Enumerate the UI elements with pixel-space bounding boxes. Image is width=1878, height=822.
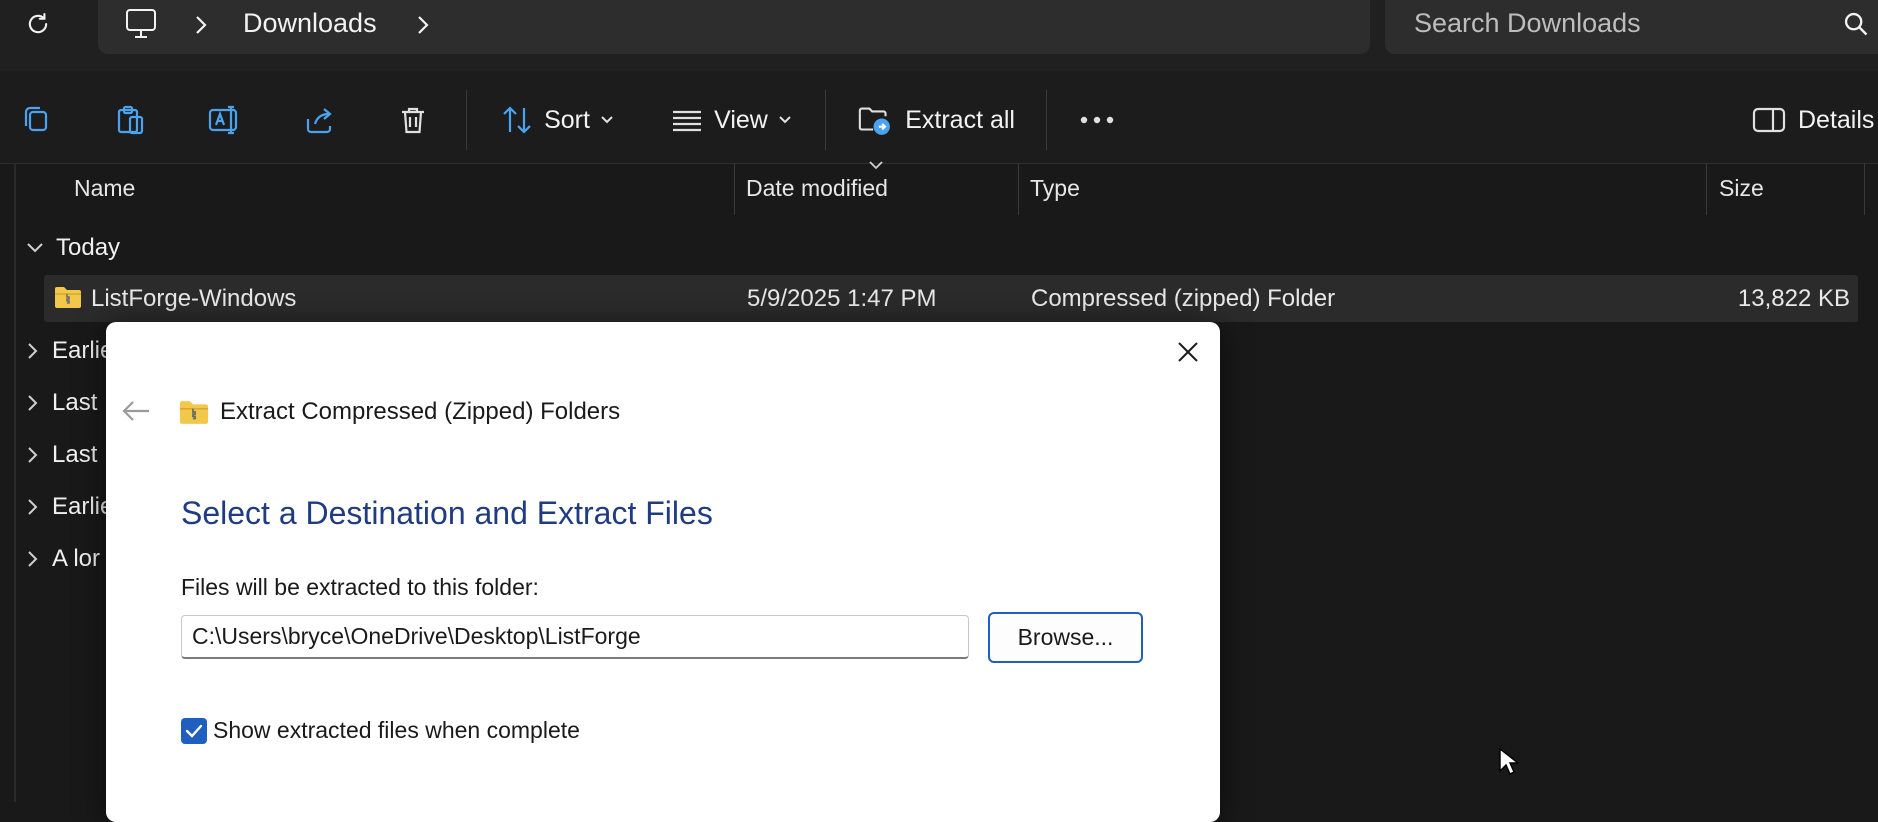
details-label: Details [1798, 105, 1875, 134]
destination-path-input[interactable] [181, 615, 969, 659]
group-label: Earlie [52, 493, 114, 520]
share-button[interactable] [297, 95, 341, 145]
chevron-right-icon [28, 395, 38, 411]
dialog-heading: Select a Destination and Extract Files [181, 495, 713, 531]
column-header-type[interactable]: Type [1030, 175, 1080, 202]
file-name[interactable]: ListForge-Windows [91, 285, 296, 313]
group-header-today[interactable]: Today [26, 226, 120, 270]
sort-icon [503, 106, 531, 134]
search-icon [1844, 12, 1868, 36]
group-label: Last [52, 441, 98, 468]
extract-dialog [106, 322, 1220, 822]
dialog-instruction: Files will be extracted to this folder: [181, 574, 539, 600]
breadcrumb-downloads[interactable]: Downloads [243, 8, 377, 39]
group-header-earlier-this-week[interactable]: Earlie [26, 329, 113, 373]
chevron-right-icon [28, 447, 38, 463]
back-arrow-icon [122, 401, 149, 421]
column-divider[interactable] [1018, 163, 1019, 215]
file-date-modified: 5/9/2025 1:47 PM [747, 285, 937, 312]
details-pane-icon [1752, 107, 1786, 133]
zip-folder-icon [55, 287, 81, 308]
show-extracted-files-label[interactable]: Show extracted files when complete [213, 717, 580, 744]
share-icon [306, 108, 332, 134]
group-header-a-long-time-ago[interactable]: A lor [26, 537, 100, 581]
paste-button[interactable] [108, 95, 152, 145]
mouse-cursor [1498, 747, 1518, 777]
group-label: Last [52, 389, 98, 416]
zip-folder-icon [179, 401, 209, 424]
toolbar-separator [825, 90, 826, 150]
chevron-down-icon [869, 161, 883, 170]
chevron-right-icon [196, 16, 207, 34]
checkmark-icon [185, 724, 203, 738]
delete-icon [402, 107, 424, 134]
chevron-down-icon [779, 116, 791, 124]
copy-icon [24, 106, 48, 132]
delete-button[interactable] [391, 95, 435, 145]
toolbar-separator [466, 90, 467, 150]
search-placeholder[interactable]: Search Downloads [1414, 8, 1641, 39]
dialog-zip-icon [178, 399, 210, 425]
column-header-name[interactable]: Name [74, 175, 135, 202]
group-header-earlier-this-year[interactable]: Earlie [26, 485, 113, 529]
group-header-last-week[interactable]: Last [26, 381, 97, 425]
sort-button[interactable]: Sort [492, 95, 622, 145]
show-extracted-files-checkbox[interactable] [181, 718, 207, 744]
monitor-icon [126, 9, 156, 38]
chevron-right-icon [28, 499, 38, 515]
refresh-icon [28, 13, 48, 34]
search-button[interactable] [1842, 10, 1870, 38]
rename-icon [208, 105, 238, 135]
file-size: 13,822 KB [1737, 285, 1850, 312]
file-icon [54, 285, 82, 309]
close-icon [1178, 342, 1198, 362]
chevron-right-icon [28, 551, 38, 567]
breadcrumb-expand[interactable] [414, 13, 432, 37]
group-header-last-month[interactable]: Last [26, 433, 97, 477]
chevron-right-icon [28, 343, 38, 359]
dialog-back-button[interactable] [118, 396, 154, 426]
column-header-date-modified[interactable]: Date modified [746, 175, 888, 202]
paste-icon [117, 105, 144, 135]
dialog-close-button[interactable] [1166, 335, 1210, 369]
view-button[interactable]: View [666, 95, 796, 145]
group-label: Earlie [52, 337, 114, 364]
extract-all-label: Extract all [905, 105, 1015, 134]
more-options-button[interactable] [1076, 95, 1118, 145]
refresh-button[interactable] [18, 6, 58, 42]
extract-all-button[interactable]: Extract all [857, 95, 1015, 145]
this-pc-crumb[interactable] [124, 8, 158, 40]
chevron-down-icon [601, 116, 613, 124]
extract-all-icon [858, 107, 890, 135]
view-label: View [714, 105, 768, 134]
breadcrumb-separator[interactable] [192, 13, 210, 37]
dialog-window-title: Extract Compressed (Zipped) Folders [220, 398, 621, 425]
group-label: Today [56, 234, 121, 261]
toolbar-separator [1046, 90, 1047, 150]
browse-button[interactable]: Browse... [988, 612, 1143, 663]
column-header-size[interactable]: Size [1719, 175, 1764, 202]
file-row-selected[interactable] [44, 275, 1858, 322]
rename-button[interactable] [202, 95, 246, 145]
chevron-down-icon [27, 243, 43, 253]
sort-indicator [868, 160, 884, 170]
group-label: A lor [52, 545, 101, 572]
sort-label: Sort [544, 105, 590, 134]
details-pane-button[interactable]: Details [1752, 95, 1878, 145]
column-divider[interactable] [734, 163, 735, 215]
column-divider[interactable] [1864, 163, 1865, 215]
cursor-arrow-icon [1499, 747, 1518, 775]
column-divider[interactable] [1706, 163, 1707, 215]
copy-button[interactable] [14, 95, 58, 145]
chevron-right-icon [418, 16, 429, 34]
more-icon [1080, 116, 1114, 124]
file-type: Compressed (zipped) Folder [1031, 285, 1336, 312]
view-icon [673, 110, 702, 132]
navigation-pane-edge [14, 163, 16, 802]
